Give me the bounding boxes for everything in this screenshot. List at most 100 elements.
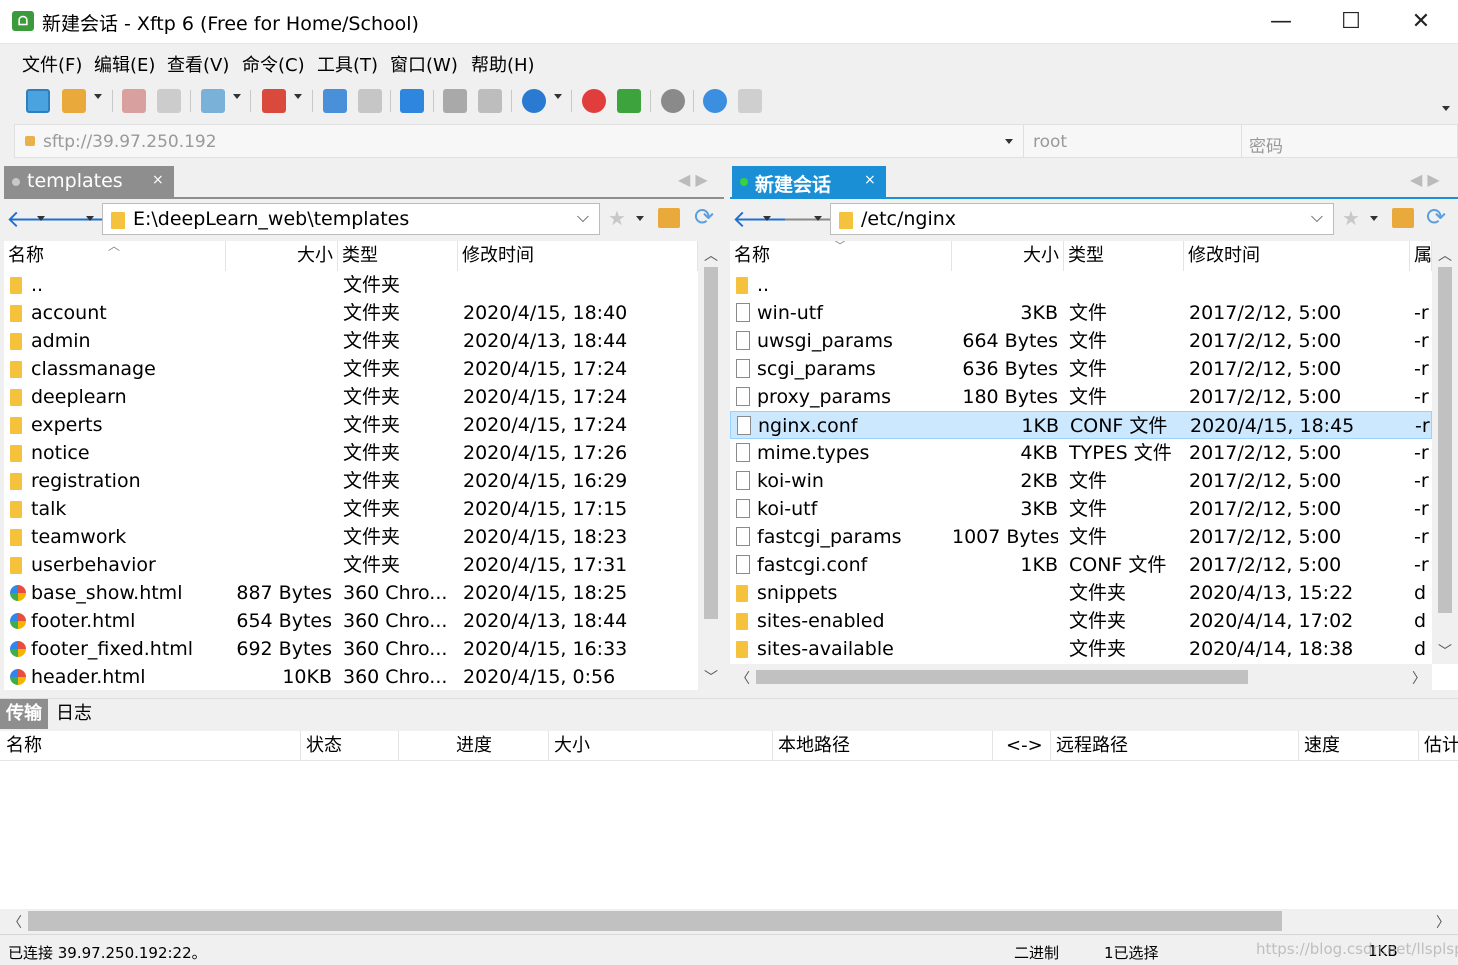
column-header-size[interactable]: 大小 [952, 241, 1064, 271]
file-row[interactable]: fastcgi.conf 1KB CONF 文件 2017/2/12, 5:00 -r [730, 551, 1432, 579]
file-row[interactable]: userbehavior 文件夹 2020/4/15, 17:31 [4, 551, 698, 579]
scroll-left-arrow-icon[interactable]: 〈 [8, 912, 22, 932]
xshell-icon[interactable] [582, 89, 606, 113]
maximize-button[interactable]: ☐ [1316, 0, 1386, 44]
back-dropdown-icon[interactable] [763, 216, 771, 221]
left-tab-scroll-arrows[interactable]: ◀ ▶ [678, 170, 708, 189]
transfer-col-progress[interactable]: 进度 [456, 731, 492, 761]
column-header-mtime[interactable]: 修改时间 [1184, 241, 1410, 271]
file-row[interactable]: classmanage 文件夹 2020/4/15, 17:24 [4, 355, 698, 383]
scroll-thumb[interactable] [1438, 267, 1452, 613]
globe-icon[interactable] [522, 89, 546, 113]
menu-command[interactable]: 命令(C) [242, 51, 305, 77]
file-row[interactable]: snippets 文件夹 2020/4/13, 15:22 d [730, 579, 1432, 607]
chevron-down-icon[interactable]: ⌵ [577, 207, 589, 227]
terminal-icon[interactable] [262, 89, 286, 113]
disconnect-icon[interactable] [157, 89, 181, 113]
transfer-mode[interactable]: 二进制 [1014, 942, 1059, 963]
bookmark-star-icon[interactable]: ★ [1342, 206, 1360, 230]
file-row[interactable]: koi-utf 3KB 文件 2017/2/12, 5:00 -r [730, 495, 1432, 523]
new-session-icon[interactable] [26, 89, 50, 113]
file-row[interactable]: win-utf 3KB 文件 2017/2/12, 5:00 -r [730, 299, 1432, 327]
scroll-up-arrow-icon[interactable]: ︿ [1438, 245, 1452, 265]
terminal-dropdown-icon[interactable] [294, 94, 302, 99]
column-header-type[interactable]: 类型 [338, 241, 458, 271]
file-row[interactable]: uwsgi_params 664 Bytes 文件 2017/2/12, 5:00 -r [730, 327, 1432, 355]
scroll-down-arrow-icon[interactable]: ﹀ [704, 667, 718, 687]
column-header-type[interactable]: 类型 [1064, 241, 1184, 271]
tab-remote-session[interactable]: 新建会话 × [732, 166, 886, 197]
bookmark-dropdown-icon[interactable] [1370, 216, 1378, 221]
copy-icon[interactable] [443, 89, 467, 113]
scroll-right-arrow-icon[interactable]: 〉 [1436, 912, 1450, 932]
menu-window[interactable]: 窗口(W) [390, 51, 458, 77]
menu-edit[interactable]: 编辑(E) [94, 51, 155, 77]
help-icon[interactable] [703, 89, 727, 113]
file-row[interactable]: base_show.html 887 Bytes 360 Chro... 2020/4… [4, 579, 698, 607]
transfer-col-remote-path[interactable]: 远程路径 [1056, 731, 1128, 761]
bookmark-dropdown-icon[interactable] [636, 216, 644, 221]
refresh-icon[interactable]: ⟳ [1426, 203, 1446, 231]
file-row[interactable]: notice 文件夹 2020/4/15, 17:26 [4, 439, 698, 467]
back-dropdown-icon[interactable] [37, 216, 45, 221]
remote-path-input[interactable]: /etc/nginx ⌵ [830, 203, 1334, 235]
tab-log[interactable]: 日志 [56, 699, 92, 729]
scroll-thumb[interactable] [28, 911, 1282, 931]
remote-vertical-scrollbar[interactable]: ︿ ﹀ [1432, 241, 1458, 664]
scroll-thumb[interactable] [756, 670, 1248, 684]
file-row[interactable]: header.html 10KB 360 Chro... 2020/4/15, 0:5… [4, 663, 698, 690]
file-row[interactable]: koi-win 2KB 文件 2017/2/12, 5:00 -r [730, 467, 1432, 495]
scroll-right-arrow-icon[interactable]: 〉 [1412, 668, 1426, 688]
home-folder-icon[interactable] [658, 208, 680, 228]
file-row[interactable]: fastcgi_params 1007 Bytes 文件 2017/2/12, 5:0… [730, 523, 1432, 551]
open-folder-icon[interactable] [62, 89, 86, 113]
chat-icon[interactable] [738, 89, 762, 113]
connect-icon[interactable] [122, 89, 146, 113]
settings-icon[interactable] [661, 89, 685, 113]
column-header-size[interactable]: 大小 [226, 241, 338, 271]
sync-icon[interactable] [400, 89, 424, 113]
file-row[interactable]: experts 文件夹 2020/4/15, 17:24 [4, 411, 698, 439]
bookmark-star-icon[interactable]: ★ [608, 206, 626, 230]
username-input[interactable]: root [1033, 132, 1067, 152]
refresh-icon[interactable]: ⟳ [694, 203, 714, 231]
scroll-thumb[interactable] [704, 267, 718, 619]
file-row[interactable]: sites-available 文件夹 2020/4/14, 18:38 d [730, 635, 1432, 663]
file-row[interactable]: account 文件夹 2020/4/15, 18:40 [4, 299, 698, 327]
transfer-col-speed[interactable]: 速度 [1304, 731, 1340, 761]
transfer-col-local-path[interactable]: 本地路径 [778, 731, 850, 761]
right-tab-scroll-arrows[interactable]: ◀ ▶ [1410, 170, 1440, 189]
host-input[interactable]: sftp://39.97.250.192 [43, 132, 217, 152]
xftp-icon[interactable] [617, 89, 641, 113]
menu-tools[interactable]: 工具(T) [317, 51, 378, 77]
session-dropdown-icon[interactable] [233, 94, 241, 99]
globe-dropdown-icon[interactable] [554, 94, 562, 99]
chevron-down-icon[interactable]: ⌵ [1311, 207, 1323, 227]
menu-view[interactable]: 查看(V) [167, 51, 229, 77]
remote-horizontal-scrollbar[interactable]: 〈 〉 [730, 664, 1432, 690]
file-row[interactable]: mime.types 4KB TYPES 文件 2017/2/12, 5:00 -r [730, 439, 1432, 467]
file-row[interactable]: footer_fixed.html 692 Bytes 360 Chro... 202… [4, 635, 698, 663]
transfer-col-status[interactable]: 状态 [306, 731, 342, 761]
tab-local-templates[interactable]: templates × [4, 166, 174, 197]
minimize-button[interactable]: — [1246, 0, 1316, 44]
file-row[interactable]: nginx.conf 1KB CONF 文件 2020/4/15, 18:45 -r [730, 411, 1432, 439]
column-header-attr[interactable]: 属 [1410, 241, 1432, 271]
file-row[interactable]: teamwork 文件夹 2020/4/15, 18:23 [4, 523, 698, 551]
menu-help[interactable]: 帮助(H) [471, 51, 535, 77]
menu-file[interactable]: 文件(F) [22, 51, 82, 77]
file-row[interactable]: footer.html 654 Bytes 360 Chro... 2020/4/13… [4, 607, 698, 635]
tab-close-icon[interactable]: × [864, 172, 876, 188]
transfer-col-direction[interactable]: <-> [1006, 731, 1043, 761]
session-manager-icon[interactable] [201, 89, 225, 113]
file-row[interactable]: talk 文件夹 2020/4/15, 17:15 [4, 495, 698, 523]
tab-transfer[interactable]: 传输 [0, 699, 48, 729]
file-row[interactable]: scgi_params 636 Bytes 文件 2017/2/12, 5:00 -r [730, 355, 1432, 383]
local-path-input[interactable]: E:\deepLearn_web\templates ⌵ [102, 203, 600, 235]
file-row[interactable]: .. [730, 271, 1432, 299]
host-dropdown-icon[interactable] [1005, 139, 1013, 144]
forward-dropdown-icon[interactable] [814, 216, 822, 221]
password-input[interactable]: 密码 [1249, 132, 1283, 157]
file-row[interactable]: proxy_params 180 Bytes 文件 2017/2/12, 5:00 -r [730, 383, 1432, 411]
close-window-button[interactable]: ✕ [1386, 0, 1456, 44]
